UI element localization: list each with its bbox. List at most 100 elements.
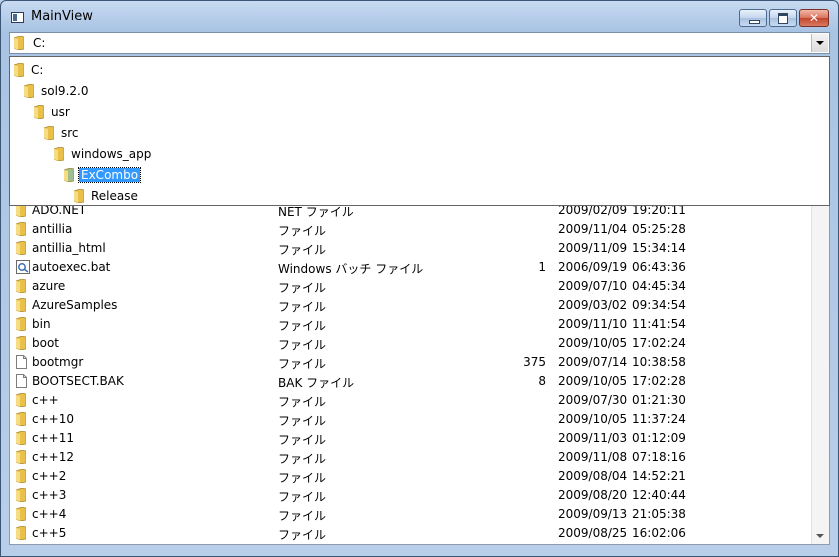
file-time: 04:45:34 [632,279,686,293]
file-time: 05:25:28 [632,222,686,236]
folder-icon [15,487,27,505]
table-row[interactable]: bin ファイル 2009/11/10 11:41:54 [10,315,810,334]
file-time: 06:43:36 [632,260,686,274]
table-row[interactable]: antillia ファイル 2009/11/04 05:25:28 [10,220,810,239]
table-row[interactable]: BOOTSECT.BAK BAK ファイル 8 2009/10/05 17:02:28 [10,372,810,391]
file-type: ファイル [278,509,327,523]
batch-file-icon [16,260,30,277]
file-date: 2009/07/30 [558,393,628,407]
table-row[interactable]: bootmgr ファイル 375 2009/07/14 10:38:58 [10,353,810,372]
dropdown-item[interactable]: C: [14,60,790,80]
file-type: ファイル [278,433,327,447]
file-icon [16,374,27,391]
file-type: ファイル [278,452,327,466]
title-bar[interactable]: MainView ✕ [1,1,838,31]
dropdown-item-label: sol9.2.0 [41,84,89,98]
file-name: azure [32,279,66,293]
folder-icon [44,126,54,140]
file-type: ファイル [278,414,327,428]
minimize-button[interactable] [739,9,767,27]
file-type: ファイル [278,395,327,409]
table-row[interactable]: c++2 ファイル 2009/08/04 14:52:21 [10,467,810,486]
file-time: 17:02:28 [632,374,686,388]
table-row[interactable]: c++11 ファイル 2009/11/03 01:12:09 [10,429,810,448]
file-name: c++5 [32,526,67,540]
file-name: c++3 [32,488,67,502]
dropdown-item[interactable]: src [44,123,790,143]
table-row[interactable]: azure ファイル 2009/07/10 04:45:34 [10,277,810,296]
folder-icon [64,168,74,182]
folder-icon [14,63,24,77]
table-row[interactable]: autoexec.bat Windows バッチ ファイル 1 2006/09/19 0… [10,258,810,277]
file-time: 21:05:38 [632,507,686,521]
file-type: ファイル [278,243,327,257]
dropdown-item[interactable]: ExCombo [64,165,790,185]
file-name: AzureSamples [32,298,118,312]
folder-icon [15,392,27,410]
folder-icon [15,335,27,353]
folder-icon [15,506,27,524]
dropdown-item-label: windows_app [71,147,152,161]
file-date: 2009/03/02 [558,298,628,312]
table-row[interactable]: c++4 ファイル 2009/09/13 21:05:38 [10,505,810,524]
dropdown-item[interactable]: windows_app [54,144,790,164]
folder-icon [15,449,27,467]
file-date: 2009/10/05 [558,336,628,350]
chevron-down-icon[interactable] [811,34,828,52]
file-type: ファイル [278,300,327,314]
file-name: boot [32,336,60,350]
file-type: ファイル [278,490,327,504]
file-date: 2009/08/25 [558,526,628,540]
folder-icon [54,147,64,161]
folder-icon [15,430,27,448]
dropdown-item-label: src [61,126,79,140]
file-date: 2009/11/10 [558,317,628,331]
path-dropdown-list[interactable]: C: sol9.2.0 usr src windows_app ExCombo Releas… [9,56,830,206]
table-row[interactable]: c++3 ファイル 2009/08/20 12:40:44 [10,486,810,505]
file-date: 2009/11/04 [558,222,628,236]
maximize-button[interactable] [769,9,797,27]
file-icon [16,355,27,372]
table-row[interactable]: boot ファイル 2009/10/05 17:02:24 [10,334,810,353]
path-combobox[interactable]: C: [9,32,830,54]
folder-icon [15,278,27,296]
dropdown-item-label: Release [91,189,138,203]
folder-icon [15,411,27,429]
table-row[interactable]: c++5 ファイル 2009/08/25 16:02:06 [10,524,810,543]
table-row[interactable]: c++12 ファイル 2009/11/08 07:18:16 [10,448,810,467]
table-row[interactable]: AzureSamples ファイル 2009/03/02 09:34:54 [10,296,810,315]
file-size: 8 [538,374,546,388]
table-row[interactable]: c++10 ファイル 2009/10/05 11:37:24 [10,410,810,429]
file-size: 375 [523,355,546,369]
file-date: 2009/11/08 [558,450,628,464]
dropdown-item[interactable]: Release [74,186,790,206]
scroll-down-arrow-icon[interactable] [816,534,824,538]
file-date: 2009/09/13 [558,507,628,521]
folder-icon [15,316,27,334]
folder-icon [34,105,44,119]
folder-icon [15,468,27,486]
table-row[interactable]: antillia_html ファイル 2009/11/09 15:34:14 [10,239,810,258]
file-date: 2009/11/03 [558,431,628,445]
folder-icon [14,36,24,50]
dropdown-item-label: ExCombo [77,167,142,183]
file-time: 14:52:21 [632,469,686,483]
file-time: 11:41:54 [632,317,686,331]
file-date: 2009/10/05 [558,374,628,388]
file-type: ファイル [278,224,327,238]
file-time: 17:02:24 [632,336,686,350]
dropdown-item[interactable]: usr [34,102,790,122]
file-name: bin [32,317,51,331]
file-name: antillia [32,222,73,236]
dropdown-item[interactable]: sol9.2.0 [24,81,790,101]
file-time: 15:34:14 [632,241,686,255]
file-time: 16:02:06 [632,526,686,540]
close-button[interactable]: ✕ [799,9,829,27]
table-row[interactable]: c++ ファイル 2009/07/30 01:21:30 [10,391,810,410]
file-date: 2009/08/04 [558,469,628,483]
file-time: 01:21:30 [632,393,686,407]
file-name: antillia_html [32,241,106,255]
file-type: ファイル [278,471,327,485]
file-size: 1 [538,260,546,274]
folder-icon [24,84,34,98]
